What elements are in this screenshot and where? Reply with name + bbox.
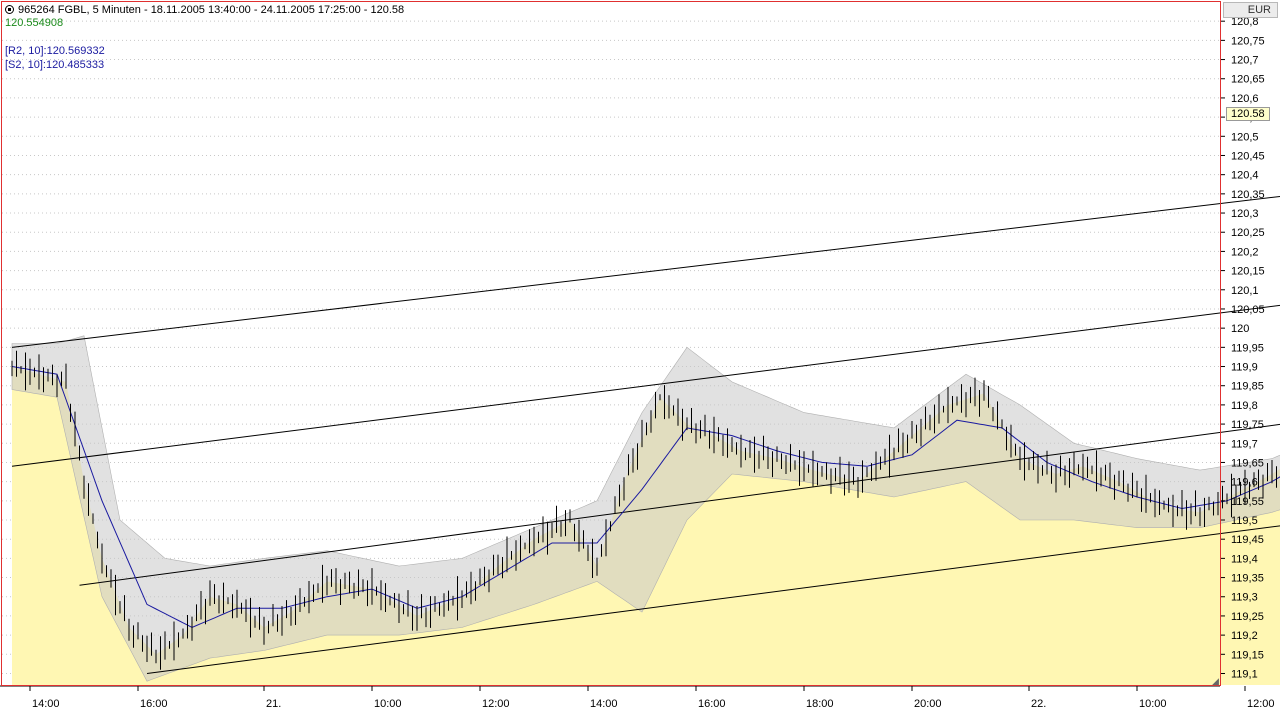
y-tick-label: 119,9 bbox=[1231, 362, 1258, 374]
y-tick-label: 120,6 bbox=[1231, 93, 1259, 105]
chart-window: 120,8120,75120,7120,65120,6120,55120,512… bbox=[0, 0, 1280, 714]
x-tick-label: 12:00 bbox=[1247, 698, 1275, 710]
y-tick-label: 119,3 bbox=[1231, 592, 1258, 604]
y-tick-label: 120,1 bbox=[1231, 285, 1259, 297]
x-tick-label: 10:00 bbox=[1139, 698, 1167, 710]
y-tick-label: 120,7 bbox=[1231, 55, 1259, 67]
y-tick-label: 119,55 bbox=[1231, 496, 1264, 508]
x-tick-label: 14:00 bbox=[32, 698, 60, 710]
y-tick-label: 119,25 bbox=[1231, 611, 1264, 623]
y-tick-label: 120,15 bbox=[1231, 266, 1265, 278]
x-tick-label: 21. bbox=[266, 698, 281, 710]
y-tick-label: 120,35 bbox=[1231, 189, 1265, 201]
chart-title-text: 965264 FGBL, 5 Minuten - 18.11.2005 13:4… bbox=[18, 4, 405, 16]
y-tick-label: 119,5 bbox=[1231, 515, 1258, 527]
x-tick-label: 20:00 bbox=[914, 698, 942, 710]
x-tick-label: 16:00 bbox=[140, 698, 168, 710]
x-tick-label: 22. bbox=[1031, 698, 1046, 710]
y-tick-label: 119,45 bbox=[1231, 534, 1264, 546]
price-chart[interactable]: 120,8120,75120,7120,65120,6120,55120,512… bbox=[0, 0, 1280, 714]
y-tick-label: 120,3 bbox=[1231, 208, 1259, 220]
x-axis: 14:00 16:00 21. 10:00 12:00 14:00 16:00 18:00 20… bbox=[0, 685, 1275, 710]
x-tick-label: 12:00 bbox=[482, 698, 510, 710]
y-tick-label: 119,2 bbox=[1231, 630, 1258, 642]
y-tick-label: 120,65 bbox=[1231, 74, 1265, 86]
chart-title: 965264 FGBL, 5 Minuten - 18.11.2005 13:4… bbox=[5, 4, 404, 17]
y-tick-label: 120,45 bbox=[1231, 150, 1265, 162]
y-tick-label: 120,75 bbox=[1231, 35, 1265, 47]
x-tick-label: 16:00 bbox=[698, 698, 726, 710]
x-tick-label: 10:00 bbox=[374, 698, 402, 710]
y-tick-label: 119,1 bbox=[1231, 668, 1258, 680]
y-tick-label: 119,35 bbox=[1231, 573, 1264, 585]
y-tick-label: 120,5 bbox=[1231, 131, 1259, 143]
y-tick-label: 120 bbox=[1231, 323, 1249, 335]
y-tick-label: 119,4 bbox=[1231, 553, 1258, 565]
y-tick-label: 119,7 bbox=[1231, 438, 1258, 450]
y-tick-label: 120,25 bbox=[1231, 227, 1265, 239]
y-tick-label: 119,65 bbox=[1231, 457, 1264, 469]
y-tick-label: 119,8 bbox=[1231, 400, 1258, 412]
support-s2-label: [S2, 10]:120.485333 bbox=[5, 59, 105, 71]
last-price-tag: 120.58 bbox=[1226, 107, 1270, 121]
y-tick-label: 120,2 bbox=[1231, 246, 1259, 258]
resize-grip-icon[interactable]: ◢ bbox=[1212, 676, 1221, 686]
indicator-value: 120.554908 bbox=[5, 17, 64, 29]
y-tick-label: 120,05 bbox=[1231, 304, 1265, 316]
bullet-circle-icon[interactable] bbox=[5, 5, 14, 14]
x-tick-label: 18:00 bbox=[806, 698, 834, 710]
y-tick-label: 119,95 bbox=[1231, 342, 1264, 354]
y-tick-label: 119,6 bbox=[1231, 477, 1258, 489]
currency-label: EUR bbox=[1223, 2, 1278, 18]
y-tick-label: 119,75 bbox=[1231, 419, 1264, 431]
y-tick-label: 119,15 bbox=[1231, 649, 1264, 661]
x-tick-label: 14:00 bbox=[590, 698, 618, 710]
resistance-r2-label: [R2, 10]:120.569332 bbox=[5, 45, 105, 57]
y-tick-label: 119,85 bbox=[1231, 381, 1264, 393]
y-tick-label: 120,4 bbox=[1231, 170, 1259, 182]
